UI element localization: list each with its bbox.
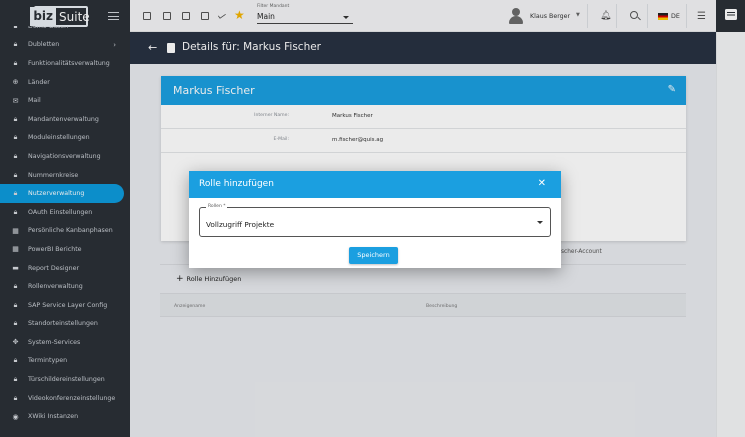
dialog-title: Rolle hinzufügen [199,179,274,189]
roles-select-value: Vollzugriff Projekte [206,220,275,229]
caret-down-icon [537,221,543,224]
save-button[interactable]: Speichern [349,247,398,264]
add-role-dialog: Rolle hinzufügen ✕ Rollen * Vollzugriff … [189,171,561,268]
close-icon[interactable]: ✕ [538,178,546,189]
roles-select-label: Rollen * [206,204,228,209]
roles-select[interactable]: Rollen * Vollzugriff Projekte [199,204,551,237]
dialog-header: Rolle hinzufügen ✕ [189,171,561,198]
